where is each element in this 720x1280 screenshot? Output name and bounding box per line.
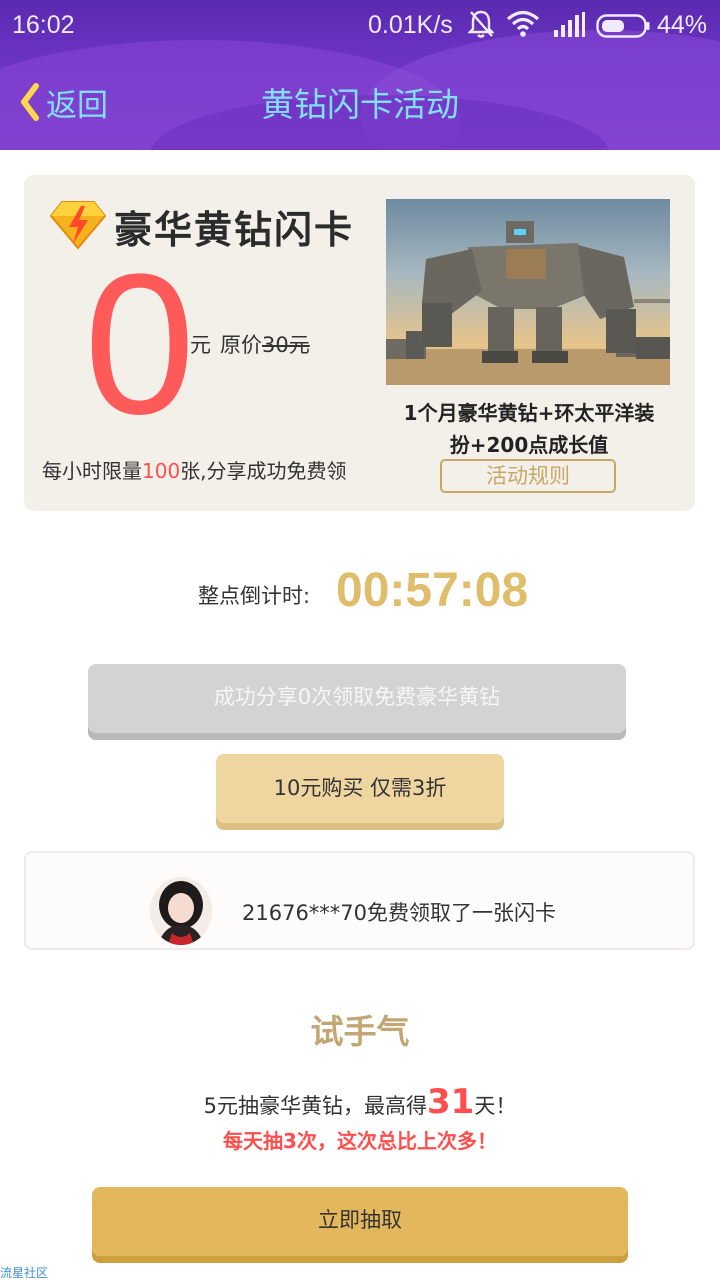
limit-count: 100: [142, 459, 181, 483]
gift-line: 扮+200点成长值: [449, 433, 609, 457]
luck-subtitle: 每天抽3次，这次总比上次多！: [223, 1129, 497, 1153]
countdown-timer: 00:57:08: [336, 564, 529, 617]
limit-suffix: 张,分享成功免费领: [180, 459, 347, 483]
avatar: [150, 877, 212, 945]
status-bar: 16:02 0.01K/s 44%: [0, 0, 720, 52]
wifi-icon: [506, 10, 540, 37]
limit-text: 每小时限量100张,分享成功免费领: [42, 455, 347, 484]
gift-line: 1个月豪华黄钻+环太平洋装: [403, 401, 655, 425]
share-claim-button[interactable]: 成功分享0次领取免费豪华黄钻: [88, 664, 626, 740]
price-value: 0: [84, 233, 196, 456]
battery-icon: [596, 14, 650, 38]
luck-desc-prefix: 5元抽豪华黄钻，最高得: [203, 1094, 428, 1118]
watermark: 流星社区: [0, 1266, 49, 1280]
status-battery-percent: 44%: [657, 11, 708, 39]
robot-poster-image: [386, 199, 670, 385]
rules-button[interactable]: 活动规则: [440, 459, 616, 493]
buy-button[interactable]: 10元购买 仅需3折: [216, 754, 504, 830]
status-time: 16:02: [12, 11, 75, 39]
luck-max-days: 31: [427, 1082, 475, 1122]
countdown-label: 整点倒计时:: [198, 584, 311, 608]
avatar-image: [150, 877, 212, 945]
robot-illustration: [386, 221, 670, 385]
limit-prefix: 每小时限量: [42, 459, 142, 483]
claim-feed: 21676***70免费领取了一张闪卡: [24, 851, 695, 950]
original-price: 原价30元: [220, 329, 310, 359]
bell-muted-icon: [468, 10, 494, 38]
luck-description: 5元抽豪华黄钻，最高得31天！: [0, 1082, 720, 1122]
page-title: 黄钻闪卡活动: [261, 85, 459, 124]
gift-description: 1个月豪华黄钻+环太平洋装 扮+200点成长值: [374, 397, 684, 461]
draw-now-button[interactable]: 立即抽取: [92, 1187, 628, 1263]
signal-icon: [554, 12, 585, 37]
status-network-speed: 0.01K/s: [368, 11, 453, 39]
promo-card: 豪华黄钻闪卡 0 元 原价30元 每小时限量100张,分享成功免费领 1个月豪华…: [24, 175, 695, 511]
original-price-value: 30元: [262, 333, 310, 357]
original-price-prefix: 原价: [220, 333, 262, 357]
price-unit: 元: [190, 333, 211, 357]
claim-message: 21676***70免费领取了一张闪卡: [242, 901, 557, 925]
luck-desc-suffix: 天！: [474, 1094, 517, 1118]
luck-section-title: 试手气: [310, 1012, 410, 1051]
header-bar: 16:02 0.01K/s 44% 返回 黄钻闪卡活动: [0, 0, 720, 150]
